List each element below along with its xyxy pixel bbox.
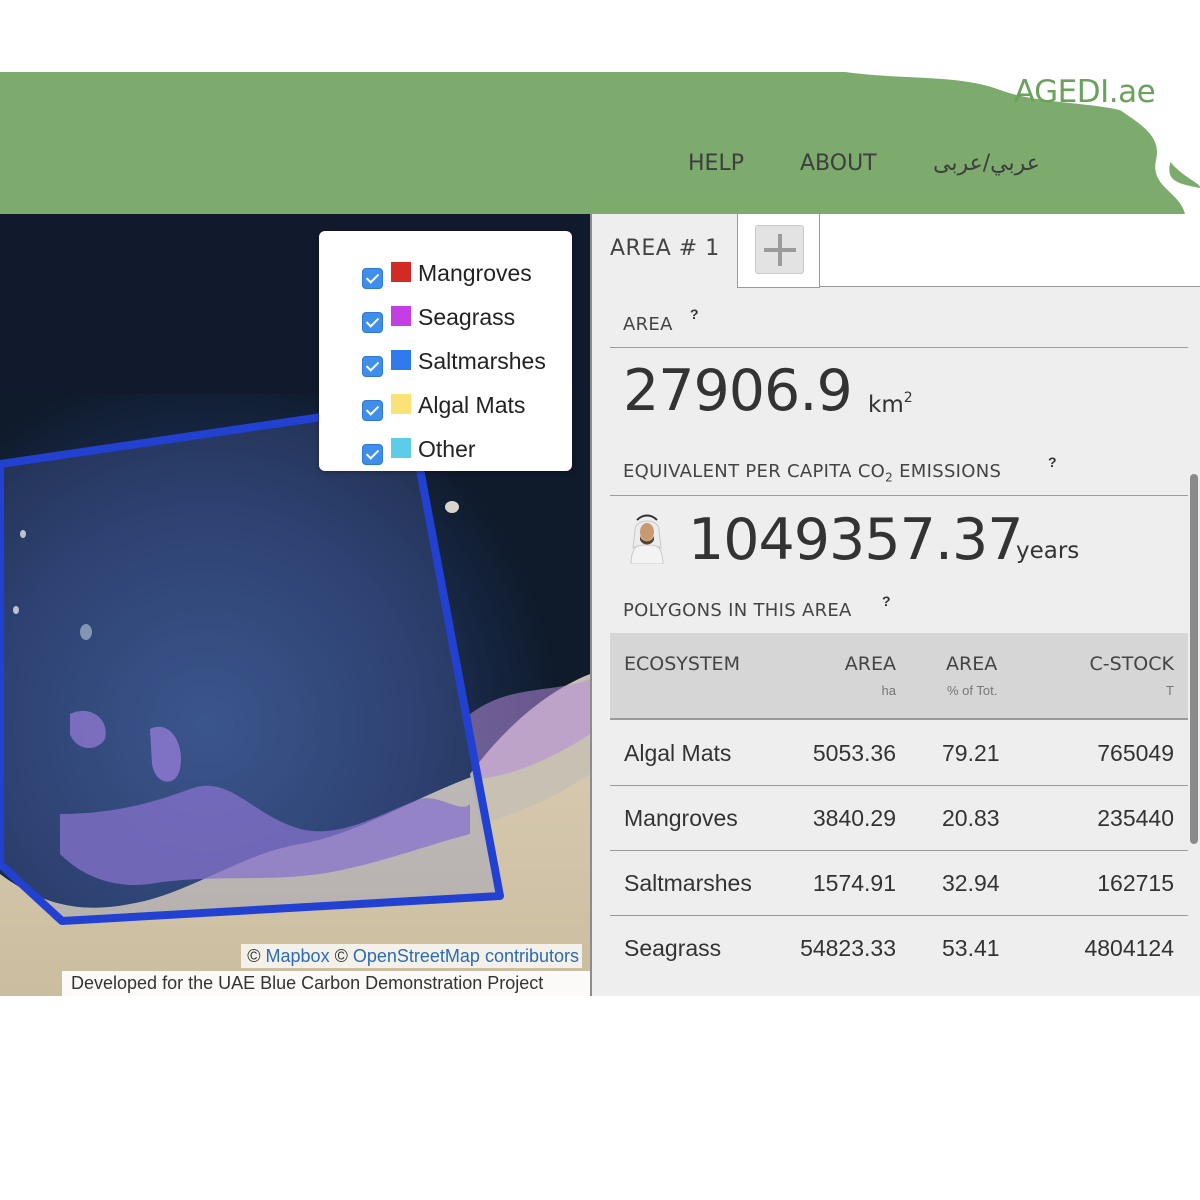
legend-label: Seagrass: [418, 304, 516, 330]
plus-icon: [755, 225, 804, 274]
table-row: Mangroves 3840.29 20.83 235440: [610, 786, 1188, 851]
nav-language-toggle[interactable]: عربي/عربى: [933, 144, 1040, 184]
col-ecosystem[interactable]: ECOSYSTEM: [624, 653, 740, 675]
cell-area-ha: 5053.36: [812, 740, 896, 766]
nav-help[interactable]: HELP: [688, 144, 744, 184]
table-row: Saltmarshes 1574.91 32.94 162715: [610, 851, 1188, 916]
scrollbar-thumb[interactable]: [1190, 474, 1198, 844]
emissions-label: EQUIVALENT PER CAPITA CO2 EMISSIONS: [623, 461, 1002, 485]
tab-label: AREA # 1: [610, 236, 720, 261]
openstreetmap-link[interactable]: OpenStreetMap contributors: [353, 946, 579, 966]
add-area-button[interactable]: [738, 214, 820, 288]
copyright-symbol: ©: [247, 946, 261, 966]
brand-logo[interactable]: AGEDI.ae: [1014, 72, 1156, 112]
checkbox-algal-mats[interactable]: [362, 400, 383, 421]
swatch-other: [391, 438, 411, 458]
emissions-unit: years: [1016, 538, 1080, 564]
swatch-algal-mats: [391, 394, 411, 414]
polygons-help-icon[interactable]: ?: [882, 593, 891, 609]
cell-ecosystem: Algal Mats: [624, 740, 732, 766]
cell-area-pct: 32.94: [942, 870, 1000, 896]
swatch-saltmarshes: [391, 350, 411, 370]
cell-ecosystem: Saltmarshes: [624, 870, 752, 896]
cell-area-pct: 20.83: [942, 805, 1000, 831]
area-tabs: AREA # 1: [592, 214, 1200, 288]
col-area-pct[interactable]: AREA: [946, 653, 997, 675]
ecosystem-legend: Mangroves Seagrass Saltmarshes Algal Mat…: [319, 231, 572, 471]
area-help-icon[interactable]: ?: [690, 306, 699, 322]
copyright-symbol: ©: [334, 946, 348, 966]
table-row: Seagrass 54823.33 53.41 4804124: [610, 916, 1188, 981]
checkbox-saltmarshes[interactable]: [362, 356, 383, 377]
tabbar-background: [820, 214, 1200, 287]
cell-c-stock: 162715: [1097, 870, 1174, 896]
checkbox-seagrass[interactable]: [362, 312, 383, 333]
swatch-seagrass: [391, 306, 411, 326]
area-label: AREA: [623, 314, 673, 335]
tab-area-1[interactable]: AREA # 1: [592, 214, 738, 288]
cell-c-stock: 235440: [1097, 805, 1174, 831]
cell-c-stock: 4804124: [1084, 935, 1174, 961]
mapbox-link[interactable]: Mapbox: [266, 946, 330, 966]
divider: [610, 347, 1188, 348]
developer-note: Developed for the UAE Blue Carbon Demons…: [62, 971, 590, 996]
divider: [610, 495, 1188, 496]
swatch-mangroves: [391, 262, 411, 282]
map-view[interactable]: Mangroves Seagrass Saltmarshes Algal Mat…: [0, 214, 590, 996]
checkbox-other[interactable]: [362, 444, 383, 465]
col-c-stock[interactable]: C-STOCK: [1090, 653, 1174, 675]
table-row: Algal Mats 5053.36 79.21 765049: [610, 721, 1188, 786]
map-attribution: © Mapbox © OpenStreetMap contributors: [241, 944, 582, 968]
selection-polygon: [0, 413, 504, 925]
person-avatar-icon: [630, 514, 664, 564]
polygons-label: POLYGONS IN THIS AREA: [623, 600, 852, 621]
legend-label: Other: [418, 436, 476, 462]
col-area-ha[interactable]: AREA: [845, 653, 896, 675]
checkbox-mangroves[interactable]: [362, 268, 383, 289]
cell-area-ha: 3840.29: [812, 805, 896, 831]
cell-ecosystem: Seagrass: [624, 935, 722, 961]
emissions-help-icon[interactable]: ?: [1048, 454, 1057, 470]
ecosystem-table-header: ECOSYSTEM AREA ha AREA % of Tot. C-STOCK…: [610, 633, 1188, 720]
area-value: 27906.9: [623, 358, 853, 424]
cell-area-ha: 1574.91: [812, 870, 896, 896]
col-area-ha-unit: ha: [881, 683, 896, 698]
stats-panel: AREA # 1 AREA ? 27906.9 km2 EQUIVALENT P…: [590, 214, 1200, 996]
cell-area-pct: 53.41: [942, 935, 1000, 961]
panel-scrollbar[interactable]: [1188, 474, 1200, 844]
legend-label: Mangroves: [418, 260, 532, 286]
emissions-value: 1049357.37: [688, 507, 1024, 573]
cell-ecosystem: Mangroves: [624, 805, 738, 831]
col-area-pct-unit: % of Tot.: [947, 683, 998, 698]
site-header: AGEDI.ae HELP ABOUT عربي/عربى: [0, 72, 1200, 214]
cell-c-stock: 765049: [1097, 740, 1174, 766]
col-c-stock-unit: T: [1166, 683, 1174, 698]
area-unit: km2: [868, 390, 913, 418]
legend-label: Saltmarshes: [418, 348, 546, 374]
cell-area-ha: 54823.33: [800, 935, 896, 961]
legend-label: Algal Mats: [418, 392, 526, 418]
nav-about[interactable]: ABOUT: [800, 144, 877, 184]
cell-area-pct: 79.21: [942, 740, 1000, 766]
